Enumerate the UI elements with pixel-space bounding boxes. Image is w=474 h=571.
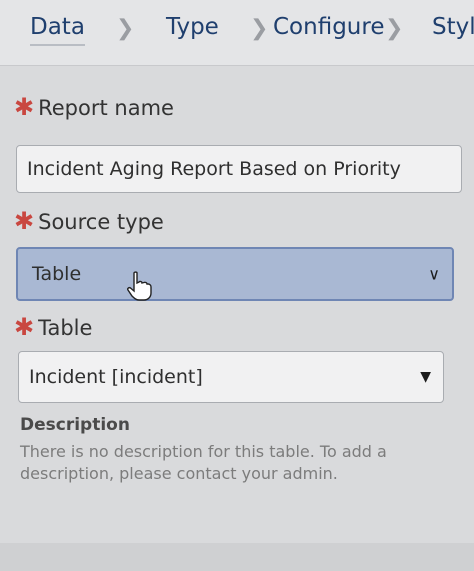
table-value: Incident [incident] — [29, 366, 203, 388]
tab-style[interactable]: Styl — [432, 14, 474, 40]
description-text: There is no description for this table. … — [20, 442, 387, 483]
chevron-right-icon: ❯ — [385, 16, 404, 41]
tab-configure[interactable]: Configure — [273, 14, 384, 40]
tab-type[interactable]: Type — [166, 14, 219, 40]
bottom-bar — [0, 543, 474, 571]
caret-down-icon: ▼ — [420, 369, 431, 385]
report-name-label-text: Report name — [38, 96, 174, 120]
source-type-label: ✱ Source type — [14, 207, 164, 235]
data-form-panel: ✱ Report name Incident Aging Report Based… — [0, 67, 474, 571]
source-type-value: Table — [32, 263, 82, 285]
required-icon: ✱ — [14, 207, 35, 235]
report-name-label: ✱ Report name — [14, 93, 174, 121]
hand-pointer-icon — [127, 271, 152, 301]
table-label-text: Table — [38, 316, 93, 340]
description-title: Description — [20, 415, 130, 435]
report-name-value: Incident Aging Report Based on Priority — [27, 158, 401, 180]
chevron-right-icon: ❯ — [116, 16, 135, 41]
table-select[interactable]: Incident [incident] ▼ — [18, 351, 444, 403]
wizard-tabs: Data ❯ Type ❯ Configure ❯ Styl — [0, 0, 474, 66]
required-icon: ✱ — [14, 93, 35, 121]
tab-data[interactable]: Data — [30, 14, 85, 46]
required-icon: ✱ — [14, 313, 35, 341]
source-type-label-text: Source type — [38, 210, 164, 234]
table-label: ✱ Table — [14, 313, 92, 341]
report-name-input[interactable]: Incident Aging Report Based on Priority — [16, 145, 462, 193]
source-type-select[interactable]: Table ∨ — [16, 247, 454, 301]
chevron-down-icon: ∨ — [428, 264, 440, 284]
chevron-right-icon: ❯ — [250, 16, 269, 41]
